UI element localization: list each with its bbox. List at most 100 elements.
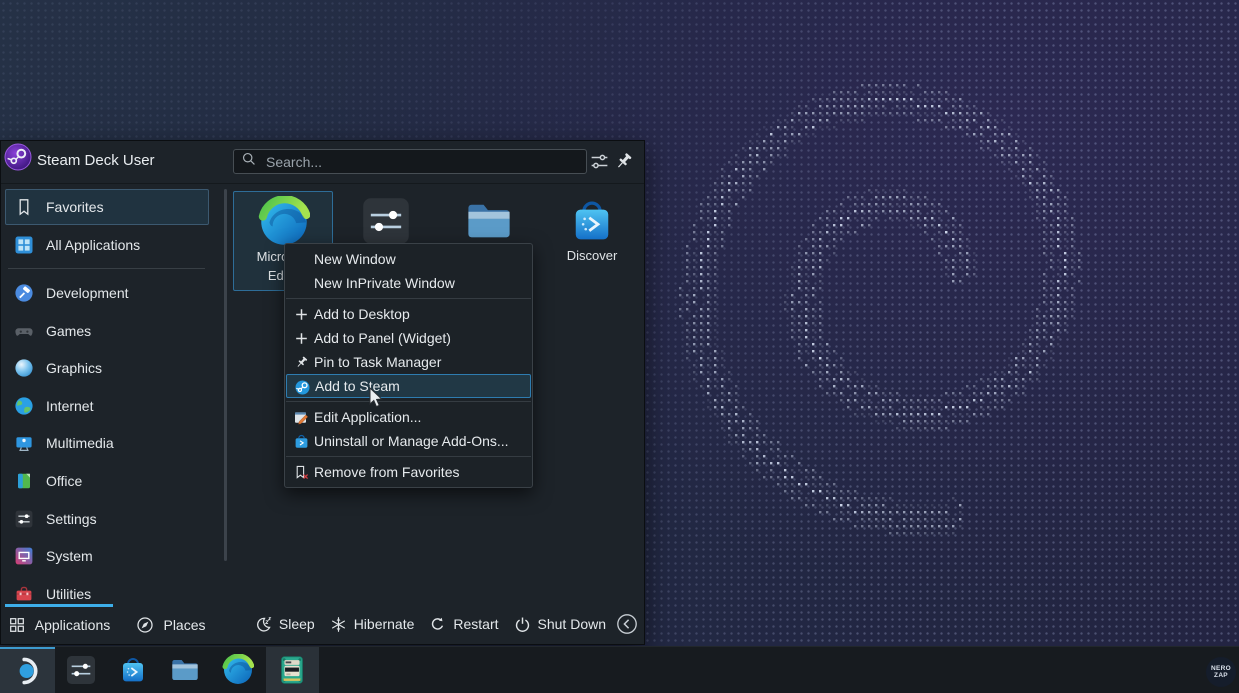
sidebar-item-graphics[interactable]: Graphics <box>5 351 209 385</box>
utilities-icon <box>14 584 34 604</box>
sidebar-item-label: Settings <box>46 511 97 527</box>
system-settings-icon <box>360 195 412 247</box>
sidebar-item-office[interactable]: Office <box>5 464 209 498</box>
edge-context-menu: New Window New InPrivate Window Add to Des… <box>284 243 533 488</box>
hibernate-icon <box>330 616 347 633</box>
menu-item-add-to-desktop[interactable]: Add to Desktop <box>285 302 532 326</box>
sidebar-item-label: All Applications <box>46 237 140 253</box>
taskbar-panel <box>0 646 1239 693</box>
sidebar-item-development[interactable]: Development <box>5 276 209 310</box>
taskbar-button-application-launcher[interactable] <box>0 647 55 693</box>
menu-item-label: Remove from Favorites <box>314 464 459 480</box>
sidebar-item-label: Internet <box>46 398 93 414</box>
hibernate-button[interactable]: Hibernate <box>330 616 415 633</box>
system-icon <box>14 546 34 566</box>
menu-item-edit-application[interactable]: Edit Application... <box>285 405 532 429</box>
internet-icon <box>14 396 34 416</box>
sidebar-separator <box>8 268 205 269</box>
mouse-cursor <box>369 387 386 409</box>
sidebar-item-label: Multimedia <box>46 435 114 451</box>
menu-separator <box>286 456 531 457</box>
search-input[interactable] <box>264 153 579 171</box>
sidebar-item-system[interactable]: System <box>5 539 209 573</box>
shutdown-icon <box>514 616 531 633</box>
file-manager-icon <box>463 195 515 247</box>
graphics-icon <box>14 358 34 378</box>
menu-item-label: Edit Application... <box>314 409 421 425</box>
app-tile-discover[interactable]: Discover <box>542 191 642 291</box>
menu-item-add-to-panel[interactable]: Add to Panel (Widget) <box>285 326 532 350</box>
sidebar-scrollbar[interactable] <box>224 189 227 561</box>
session-button-label: Restart <box>453 616 498 632</box>
sleep-button[interactable]: Sleep <box>255 616 315 633</box>
pin-icon <box>294 355 309 370</box>
active-task-icon <box>276 654 309 687</box>
menu-item-label: Uninstall or Manage Add-Ons... <box>314 433 509 449</box>
taskbar-button-file-manager[interactable] <box>159 647 211 693</box>
taskbar-button-microsoft-edge[interactable] <box>212 647 265 693</box>
menu-item-add-to-steam[interactable]: Add to Steam <box>286 374 531 398</box>
menu-item-label: Add to Desktop <box>314 306 410 322</box>
restart-icon <box>429 616 446 633</box>
sidebar-item-label: Utilities <box>46 586 91 602</box>
sidebar-item-label: Office <box>46 473 82 489</box>
session-button-label: Sleep <box>279 616 315 632</box>
sidebar-item-settings[interactable]: Settings <box>5 502 209 536</box>
session-button-label: Hibernate <box>354 616 415 632</box>
watermark-line1: NERO <box>1211 665 1231 673</box>
discoversm-icon <box>294 434 309 449</box>
user-name: Steam Deck User <box>37 152 155 169</box>
menu-item-new-window[interactable]: New Window <box>285 247 532 271</box>
menu-separator <box>286 401 531 402</box>
discover-icon <box>566 195 618 247</box>
menu-item-label: New Window <box>314 251 396 267</box>
edit-icon <box>294 410 309 425</box>
sidebar-item-internet[interactable]: Internet <box>5 389 209 423</box>
shut-down-button[interactable]: Shut Down <box>514 616 606 633</box>
watermark-badge: NERO ZAP <box>1206 657 1236 687</box>
development-icon <box>14 283 34 303</box>
application-launcher-icon <box>13 655 43 685</box>
sidebar-item-favorites[interactable]: Favorites <box>5 189 209 225</box>
multimedia-icon <box>14 433 34 453</box>
pin-window-icon[interactable] <box>613 151 634 172</box>
menu-item-label: Add to Panel (Widget) <box>314 330 451 346</box>
menu-item-label: New InPrivate Window <box>314 275 455 291</box>
user-avatar[interactable] <box>4 143 32 171</box>
collapse-session-button[interactable] <box>616 613 638 635</box>
menu-item-pin-to-task-manager[interactable]: Pin to Task Manager <box>285 350 532 374</box>
launcher-footer: Applications Places Sleep Hibernate Restart… <box>1 604 644 644</box>
menu-item-remove-from-favorites[interactable]: Remove from Favorites <box>285 460 532 484</box>
sidebar-item-label: Favorites <box>46 199 104 215</box>
games-icon <box>14 321 34 341</box>
watermark-line2: ZAP <box>1214 672 1228 680</box>
steam-icon <box>295 380 310 395</box>
menu-item-label: Add to Steam <box>315 378 400 394</box>
system-settings-icon <box>65 654 98 687</box>
taskbar-button-active-task[interactable] <box>266 647 319 693</box>
compass-icon <box>136 616 154 634</box>
tab-applications[interactable]: Applications <box>5 604 113 644</box>
sidebar-item-label: Games <box>46 323 91 339</box>
sidebar-item-multimedia[interactable]: Multimedia <box>5 426 209 460</box>
app-label: Discover <box>542 248 642 263</box>
search-field[interactable] <box>233 149 587 174</box>
taskbar-button-system-settings[interactable] <box>55 647 107 693</box>
sidebar-item-games[interactable]: Games <box>5 314 209 348</box>
restart-button[interactable]: Restart <box>429 616 498 633</box>
menu-item-new-inprivate-window[interactable]: New InPrivate Window <box>285 271 532 295</box>
configure-icon[interactable] <box>589 151 610 172</box>
sidebar-item-label: Development <box>46 285 129 301</box>
discover-icon <box>117 654 150 687</box>
sidebar-item-all-applications[interactable]: All Applications <box>5 227 209 263</box>
header-separator <box>1 183 644 184</box>
tab-places[interactable]: Places <box>131 604 211 644</box>
tab-label: Places <box>163 617 205 633</box>
grid-icon <box>8 616 26 634</box>
menu-separator <box>286 298 531 299</box>
removefav-icon <box>294 465 309 480</box>
appgrid-icon <box>14 235 34 255</box>
menu-item-uninstall-or-manage[interactable]: Uninstall or Manage Add-Ons... <box>285 429 532 453</box>
taskbar-button-discover[interactable] <box>107 647 159 693</box>
microsoft-edge-icon <box>222 654 255 687</box>
